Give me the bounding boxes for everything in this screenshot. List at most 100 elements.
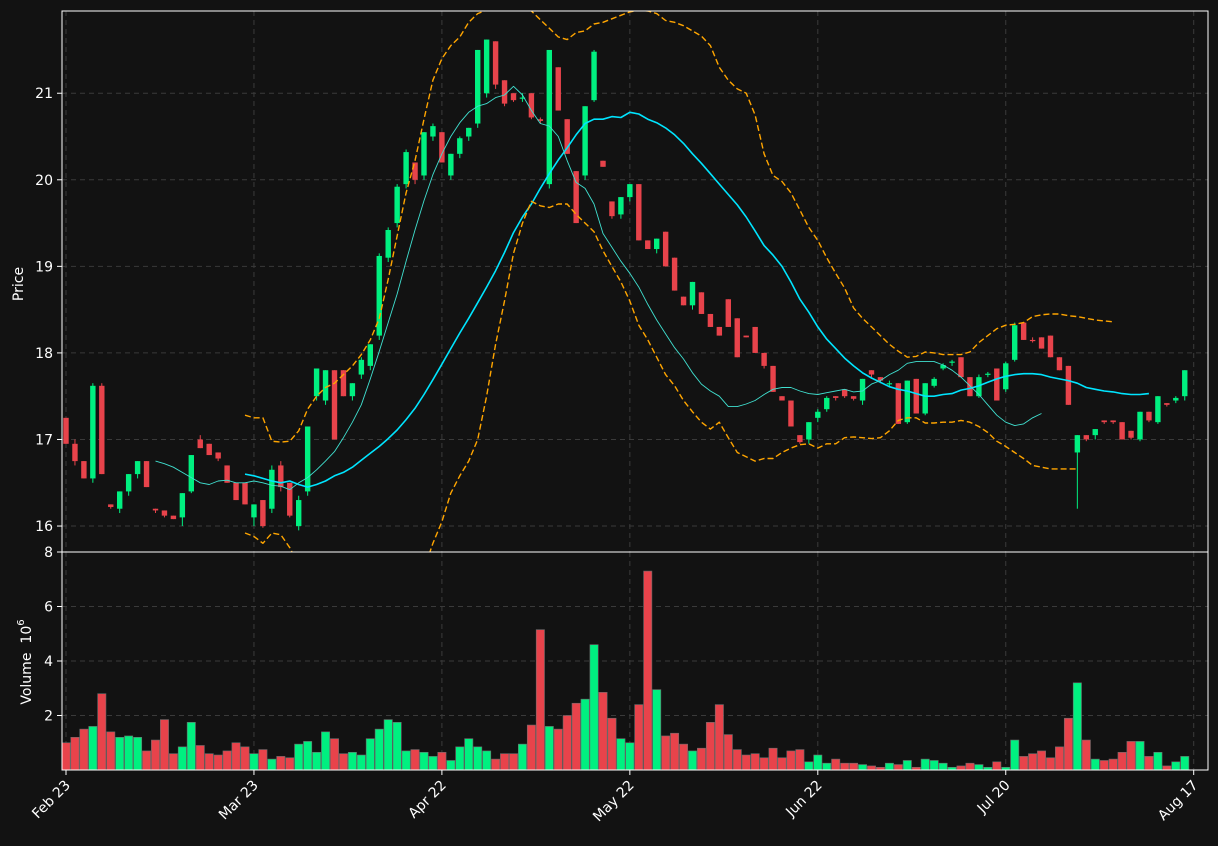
x-tick-label: May 22 <box>590 778 638 826</box>
candle-body <box>958 357 964 378</box>
candle-body <box>833 396 839 398</box>
volume-bar <box>517 743 527 771</box>
candle-body <box>90 385 96 479</box>
volume-bar <box>338 753 348 771</box>
volume-bar <box>1019 756 1029 771</box>
volume-bar <box>213 754 223 771</box>
price-tick-label: 19 <box>35 259 53 275</box>
candle-body <box>582 106 588 176</box>
volume-bar <box>580 698 590 771</box>
candle-body <box>806 422 812 440</box>
candle-body <box>967 377 973 397</box>
volume-bar <box>473 746 483 771</box>
candle-body <box>394 186 400 224</box>
candle-body <box>788 400 794 427</box>
volume-bar <box>750 753 760 771</box>
volume-bar <box>258 749 268 771</box>
candle-body <box>743 335 749 338</box>
volume-bar <box>1055 746 1064 771</box>
candle-body <box>931 378 937 386</box>
candlestick-chart: 16 17 18 19 20 21 2 4 6 8 Feb 23 Mar 23 Apr 22 May … <box>11 10 1209 826</box>
candle-body <box>645 240 651 250</box>
volume-bar <box>401 750 411 771</box>
candle-body <box>752 326 758 353</box>
volume-bar <box>356 754 366 771</box>
volume-bar <box>455 746 465 771</box>
volume-bar <box>723 734 733 771</box>
volume-bar <box>1117 751 1127 771</box>
volume-bar <box>768 747 778 771</box>
volume-bar <box>509 753 518 771</box>
candle-body <box>152 508 159 511</box>
volume-bar <box>410 749 420 771</box>
volume-bar <box>777 757 787 771</box>
volume-bar <box>312 751 322 771</box>
volume-bar <box>688 750 697 771</box>
x-axis: Feb 23 Mar 23 Apr 22 May 22 Jun 22 Jul 20 Aug … <box>29 770 1202 826</box>
candle-body <box>233 482 239 501</box>
candle-body <box>591 51 597 101</box>
volume-bar <box>732 749 742 771</box>
candle-body <box>72 443 78 462</box>
candle-body <box>1029 339 1036 342</box>
candle-body <box>1119 422 1125 440</box>
candle-body <box>430 126 436 137</box>
volume-bar <box>858 764 868 771</box>
candle-body <box>313 368 320 397</box>
volume-bar <box>1028 753 1038 771</box>
volume-bar <box>249 753 259 771</box>
candle-body <box>125 474 132 492</box>
candle-body <box>1173 397 1179 401</box>
candle-body <box>1146 411 1152 421</box>
candle-body <box>1182 370 1188 397</box>
candle-body <box>636 184 642 241</box>
volume-bar <box>1090 758 1100 771</box>
volume-bar <box>115 736 125 771</box>
candle-body <box>403 152 409 185</box>
volume-bar <box>902 760 912 771</box>
volume-bar <box>482 750 492 771</box>
candle-body <box>215 452 221 459</box>
volume-bar <box>195 745 205 771</box>
candle-body <box>448 153 454 176</box>
candle-body <box>99 385 105 475</box>
volume-bar <box>267 758 277 771</box>
volume-bar <box>643 570 653 771</box>
candle-body <box>868 370 875 375</box>
volume-bar <box>1081 739 1091 771</box>
candle-body <box>850 396 857 399</box>
x-tick-label: Aug 17 <box>1155 778 1201 824</box>
volume-bar <box>741 754 751 771</box>
candle-body <box>385 229 391 258</box>
volume-bar <box>124 735 134 771</box>
candle-body <box>779 396 785 401</box>
candle-body <box>815 411 821 418</box>
candle-body <box>296 500 302 527</box>
candle-body <box>725 299 731 327</box>
candle-body <box>367 344 373 366</box>
volume-tick-label: 6 <box>44 600 53 616</box>
volume-bar <box>1099 760 1109 771</box>
x-tick-label: Apr 22 <box>406 778 450 822</box>
candle-body <box>349 383 356 397</box>
candle-body <box>260 500 266 527</box>
volume-bar <box>884 762 894 771</box>
price-tick-label: 17 <box>35 432 53 448</box>
candle-body <box>680 296 687 306</box>
volume-bar <box>679 743 689 771</box>
volume-bar <box>535 629 545 771</box>
volume-bar <box>1171 761 1181 771</box>
candle-body <box>940 365 946 369</box>
volume-bar <box>1108 758 1118 771</box>
volume-bar <box>1135 741 1145 771</box>
candle-body <box>179 493 186 518</box>
volume-bar <box>347 751 357 771</box>
candle-body <box>1128 430 1134 438</box>
candle-body <box>707 313 714 327</box>
candle-body <box>278 465 284 488</box>
volume-bar <box>151 739 160 771</box>
volume-bar <box>231 742 241 771</box>
volume-bar <box>661 735 671 771</box>
candle-body <box>734 318 740 358</box>
volume-bar <box>79 728 89 771</box>
